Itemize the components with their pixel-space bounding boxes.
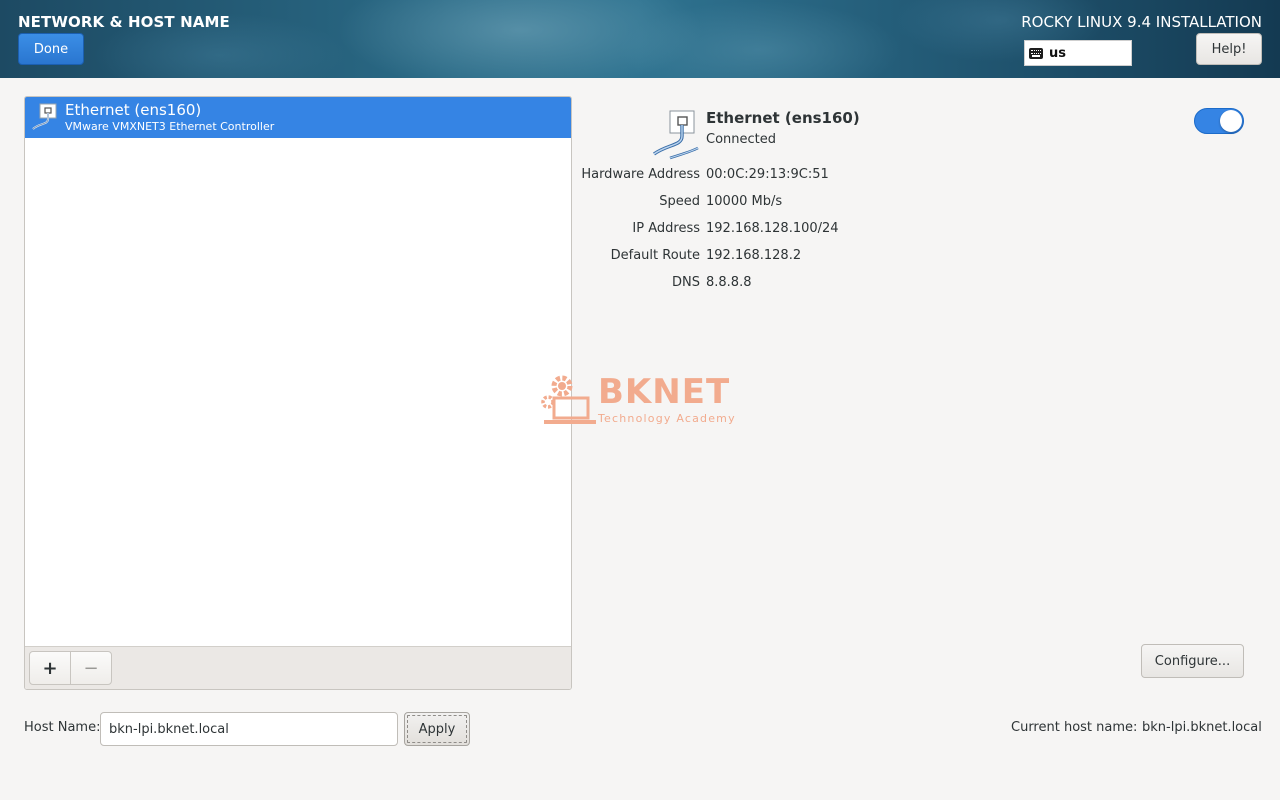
hardware-address-value: 00:0C:29:13:9C:51: [706, 167, 829, 182]
product-title: ROCKY LINUX 9.4 INSTALLATION: [1021, 13, 1262, 31]
hardware-address-label: Hardware Address: [581, 167, 700, 182]
speed-label: Speed: [659, 194, 700, 209]
device-subtitle: VMware VMXNET3 Ethernet Controller: [65, 120, 275, 133]
default-route-label: Default Route: [610, 248, 700, 263]
device-enable-toggle[interactable]: [1194, 108, 1244, 134]
keyboard-layout-indicator[interactable]: us: [1024, 40, 1132, 66]
host-name-label: Host Name:: [24, 720, 101, 735]
connection-status: Connected: [706, 132, 777, 147]
speed-value: 10000 Mb/s: [706, 194, 783, 209]
configure-button[interactable]: Configure...: [1141, 644, 1244, 678]
watermark-brand: BKNET: [598, 372, 731, 412]
header-bar: NETWORK & HOST NAME Done ROCKY LINUX 9.4…: [0, 0, 1280, 78]
current-host-name-label: Current host name:: [1011, 720, 1138, 735]
host-name-input[interactable]: [100, 712, 398, 746]
dns-value: 8.8.8.8: [706, 275, 752, 290]
done-button[interactable]: Done: [18, 33, 84, 65]
apply-button[interactable]: Apply: [404, 712, 470, 746]
network-device-list: Ethernet (ens160) VMware VMXNET3 Etherne…: [24, 96, 572, 690]
toggle-knob: [1220, 110, 1242, 132]
dns-label: DNS: [672, 275, 700, 290]
help-button[interactable]: Help!: [1196, 33, 1262, 65]
ip-address-value: 192.168.128.100/24: [706, 221, 839, 236]
add-device-button[interactable]: +: [29, 651, 71, 685]
device-list-toolbar: + −: [25, 646, 571, 689]
default-route-value: 192.168.128.2: [706, 248, 802, 263]
spoke-title: NETWORK & HOST NAME: [18, 13, 230, 31]
gear-laptop-icon: [541, 375, 596, 424]
ethernet-icon: [653, 110, 699, 160]
bknet-watermark: BKNET Technology Academy: [538, 370, 744, 430]
ethernet-icon: [32, 103, 57, 130]
ip-address-label: IP Address: [632, 221, 700, 236]
remove-device-button[interactable]: −: [70, 651, 112, 685]
device-row-ethernet[interactable]: Ethernet (ens160) VMware VMXNET3 Etherne…: [25, 97, 571, 138]
device-title: Ethernet (ens160): [65, 101, 202, 119]
keyboard-layout-label: us: [1049, 45, 1066, 61]
detail-device-name: Ethernet (ens160): [706, 109, 860, 127]
watermark-tagline: Technology Academy: [598, 412, 736, 425]
keyboard-icon: [1029, 47, 1043, 59]
current-host-name-value: bkn-lpi.bknet.local: [1142, 720, 1262, 735]
